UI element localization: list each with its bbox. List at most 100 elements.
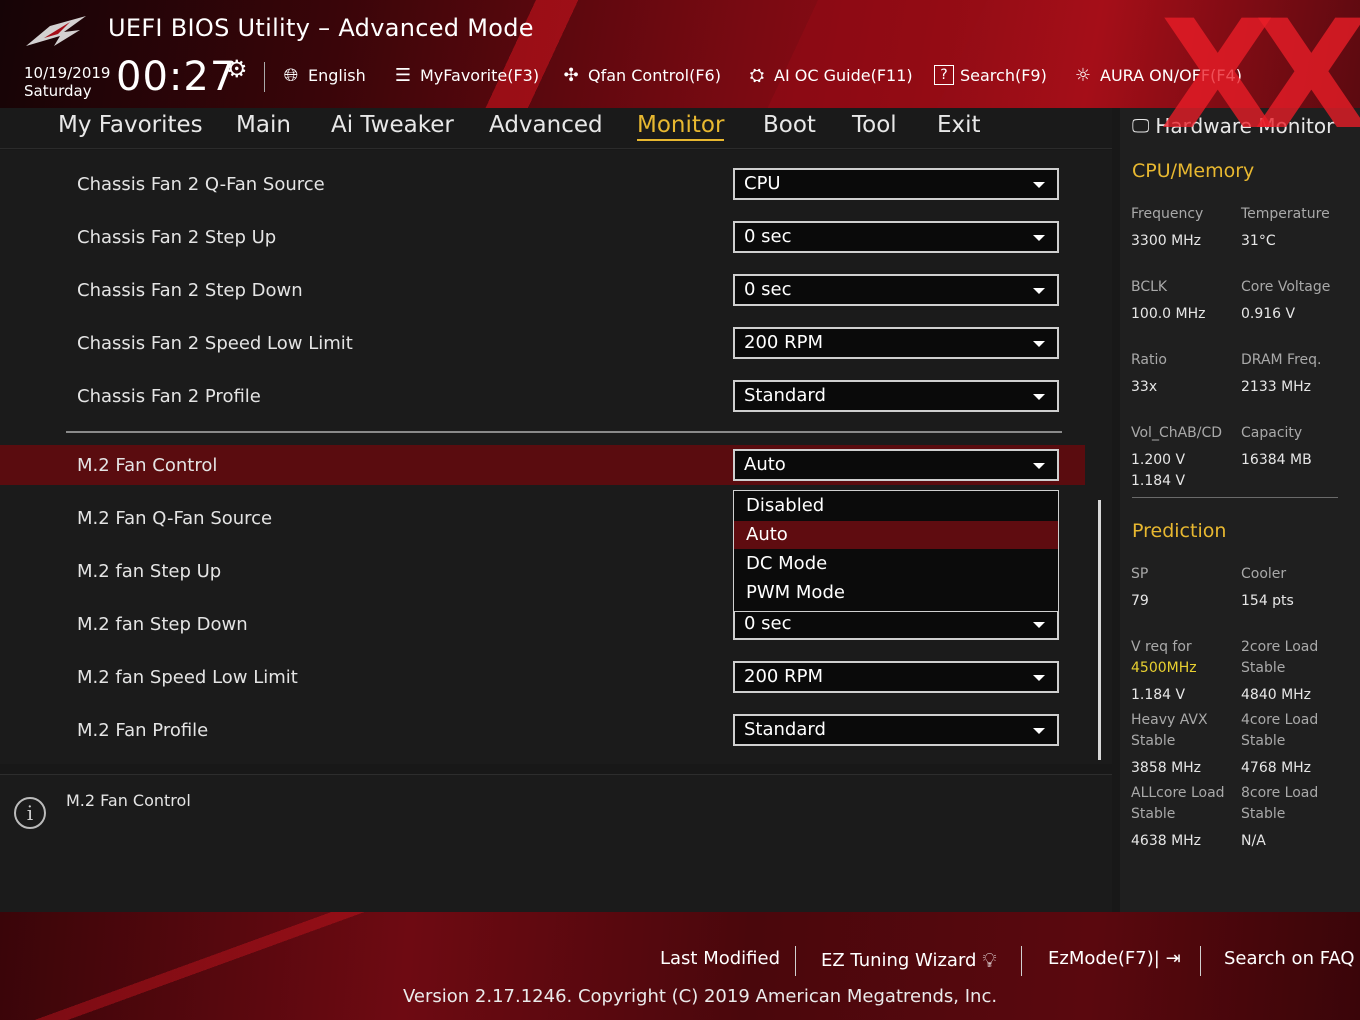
setting-row[interactable]: M.2 Fan Profile Standard <box>0 710 1085 750</box>
option-auto[interactable]: Auto <box>734 521 1058 549</box>
setting-row[interactable]: Chassis Fan 2 Speed Low Limit 200 RPM <box>0 323 1085 363</box>
main-nav: My Favorites Main Ai Tweaker Advanced Mo… <box>0 108 1112 149</box>
cooler-label: Cooler <box>1241 566 1287 582</box>
last-modified-button[interactable]: Last Modified <box>660 948 780 969</box>
setting-row[interactable]: Chassis Fan 2 Q-Fan Source CPU <box>0 164 1085 204</box>
language-button[interactable]: 🌐︎ English <box>280 62 366 88</box>
chevron-down-icon <box>1033 288 1045 294</box>
setting-dropdown[interactable]: 200 RPM <box>733 661 1059 693</box>
allcore-label-a: ALLcore Load <box>1131 785 1225 801</box>
setting-row[interactable]: M.2 fan Speed Low Limit 200 RPM <box>0 657 1085 697</box>
tab-ai-tweaker[interactable]: Ai Tweaker <box>331 112 454 138</box>
core4-value: 4768 MHz <box>1241 760 1312 776</box>
core2-value: 4840 MHz <box>1241 687 1312 703</box>
temperature-label: Temperature <box>1241 206 1330 222</box>
fan-icon: ✣ <box>563 64 579 86</box>
faq-label: Search on FAQ <box>1224 948 1355 969</box>
aura-label: AURA ON/OFF(F4) <box>1100 65 1242 85</box>
vol-cd-value: 1.184 V <box>1131 473 1186 489</box>
tab-exit[interactable]: Exit <box>937 112 981 138</box>
ezmode-button[interactable]: EzMode(F7)| ⇥ <box>1048 948 1181 969</box>
setting-label: M.2 fan Step Down <box>77 614 248 635</box>
dropdown-value: Standard <box>744 719 826 740</box>
tab-boot[interactable]: Boot <box>763 112 816 138</box>
allcore-value: 4638 MHz <box>1131 833 1202 849</box>
option-pwm-mode[interactable]: PWM Mode <box>734 579 1058 607</box>
chevron-down-icon <box>1033 235 1045 241</box>
setting-dropdown[interactable]: 0 sec <box>733 221 1059 253</box>
setting-dropdown[interactable]: Standard <box>733 714 1059 746</box>
tab-monitor[interactable]: Monitor <box>637 112 725 141</box>
option-disabled[interactable]: Disabled <box>734 492 1058 520</box>
search-label: Search(F9) <box>960 65 1047 85</box>
chevron-down-icon <box>1033 675 1045 681</box>
hardware-monitor-panel: 🖵︎ Hardware Monitor CPU/Memory Frequency… <box>1120 108 1360 912</box>
dropdown-value: 0 sec <box>744 279 792 300</box>
setting-dropdown[interactable]: 0 sec <box>733 608 1059 640</box>
setting-dropdown[interactable]: 200 RPM <box>733 327 1059 359</box>
setting-row[interactable]: Chassis Fan 2 Profile Standard <box>0 376 1085 416</box>
header-bar: UEFI BIOS Utility – Advanced Mode 10/19/… <box>0 0 1360 108</box>
gear-icon[interactable]: ⚙ <box>226 55 248 83</box>
cooler-value: 154 pts <box>1241 593 1294 609</box>
setting-dropdown[interactable]: Standard <box>733 380 1059 412</box>
dropdown-value: Auto <box>744 454 786 475</box>
core8-label-a: 8core Load <box>1241 785 1319 801</box>
last-modified-label: Last Modified <box>660 948 781 969</box>
setting-dropdown[interactable]: 0 sec <box>733 274 1059 306</box>
ai-chip-icon: ⛭ <box>749 64 765 86</box>
scrollbar[interactable] <box>1098 500 1101 760</box>
m2-fan-control-dropdown[interactable]: Auto <box>733 449 1059 481</box>
ezmode-label: EzMode(F7)| <box>1048 948 1160 969</box>
avx-label-b: Stable <box>1131 733 1176 749</box>
tab-advanced[interactable]: Advanced <box>489 112 603 138</box>
tab-main[interactable]: Main <box>236 112 291 138</box>
tab-my-favorites[interactable]: My Favorites <box>58 112 203 138</box>
myfavorite-button[interactable]: ☰ MyFavorite(F3) <box>392 62 539 88</box>
ai-oc-guide-button[interactable]: ⛭ AI OC Guide(F11) <box>746 62 913 88</box>
exit-arrow-icon: ⇥ <box>1165 948 1181 969</box>
setting-dropdown[interactable]: CPU <box>733 168 1059 200</box>
core4-label-a: 4core Load <box>1241 712 1319 728</box>
footer-divider <box>1021 946 1022 976</box>
app-title: UEFI BIOS Utility – Advanced Mode <box>108 14 534 42</box>
vol-label: Vol_ChAB/CD <box>1131 425 1223 441</box>
setting-row-selected[interactable]: M.2 Fan Control Auto <box>0 445 1085 485</box>
ai-oc-label: AI OC Guide(F11) <box>774 65 913 85</box>
setting-label: M.2 Fan Profile <box>77 720 209 741</box>
favorite-list-icon: ☰ <box>394 64 412 86</box>
footer-divider <box>1200 946 1201 976</box>
footer-divider <box>795 946 796 976</box>
monitor-screen-icon: 🖵︎ <box>1132 115 1150 137</box>
search-faq-button[interactable]: Search on FAQ <box>1224 948 1355 969</box>
option-label: DC Mode <box>746 553 828 574</box>
language-label: English <box>308 65 366 85</box>
vol-ab-value: 1.200 V <box>1131 452 1186 468</box>
setting-row[interactable]: Chassis Fan 2 Step Up 0 sec <box>0 217 1085 257</box>
frequency-value: 3300 MHz <box>1131 233 1202 249</box>
option-label: PWM Mode <box>746 582 845 603</box>
setting-label: M.2 fan Step Up <box>77 561 222 582</box>
chevron-down-icon <box>1033 463 1045 469</box>
dropdown-value: 200 RPM <box>744 332 823 353</box>
section-divider <box>66 431 1062 433</box>
vreq-value: 1.184 V <box>1131 687 1186 703</box>
setting-label: Chassis Fan 2 Step Up <box>77 227 277 248</box>
setting-label: Chassis Fan 2 Step Down <box>77 280 303 301</box>
option-dc-mode[interactable]: DC Mode <box>734 550 1058 578</box>
core2-label-b: Stable <box>1241 660 1286 676</box>
qfan-control-button[interactable]: ✣ Qfan Control(F6) <box>560 62 721 88</box>
tab-tool[interactable]: Tool <box>852 112 897 138</box>
setting-row[interactable]: Chassis Fan 2 Step Down 0 sec <box>0 270 1085 310</box>
date-text: 10/19/2019 <box>24 64 111 82</box>
ez-tuning-wizard-button[interactable]: EZ Tuning Wizard 💡︎ <box>821 948 996 972</box>
search-button[interactable]: ? Search(F9) <box>934 62 1047 88</box>
dropdown-value: Standard <box>744 385 826 406</box>
aura-toggle-button[interactable]: ☼ AURA ON/OFF(F4) <box>1072 62 1242 88</box>
help-search-icon: ? <box>934 65 954 85</box>
footer-bar: Last Modified EZ Tuning Wizard 💡︎ EzMode… <box>0 912 1360 1020</box>
dropdown-value: 0 sec <box>744 226 792 247</box>
frequency-label: Frequency <box>1131 206 1204 222</box>
bclk-value: 100.0 MHz <box>1131 306 1206 322</box>
dropdown-value: 200 RPM <box>744 666 823 687</box>
